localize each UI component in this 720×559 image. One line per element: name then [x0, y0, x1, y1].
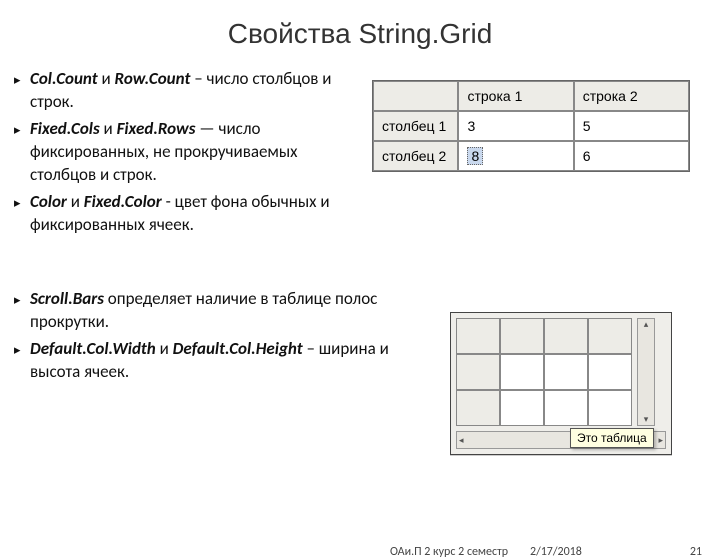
list-item: ▸ Col.Count и Row.Count – число столбцов…: [14, 68, 356, 114]
header-cell: [373, 81, 458, 111]
bullet-marker: ▸: [14, 68, 30, 114]
list-item: ▸ Color и Fixed.Color - цвет фона обычны…: [14, 191, 356, 237]
mini-table: [456, 318, 632, 426]
scroll-down-icon[interactable]: ▾: [644, 414, 649, 425]
term: Row.Count: [115, 68, 191, 89]
term: Fixed.Color: [84, 191, 162, 212]
header-cell: строка 2: [574, 81, 689, 111]
mini-cell[interactable]: [588, 354, 632, 390]
data-cell-selected[interactable]: 8: [458, 141, 573, 171]
header-cell: строка 1: [458, 81, 573, 111]
term: Col.Count: [30, 68, 98, 89]
term: Fixed.Rows: [117, 118, 196, 139]
mini-fixed-cell: [456, 354, 500, 390]
table-row: строка 1 строка 2: [373, 81, 689, 111]
term: Fixed.Cols: [30, 118, 100, 139]
joiner: и: [160, 338, 169, 359]
list-item: ▸ Scroll.Bars определяет наличие в табли…: [14, 288, 434, 334]
footer-date: 2/17/2018: [530, 545, 582, 559]
data-cell[interactable]: 3: [458, 111, 573, 141]
term: Color: [30, 191, 67, 212]
row-header-cell: столбец 2: [373, 141, 458, 171]
mini-cell[interactable]: [544, 354, 588, 390]
mini-fixed-cell: [456, 390, 500, 426]
bullet-list-bottom: ▸ Scroll.Bars определяет наличие в табли…: [14, 288, 434, 388]
term: Scroll.Bars: [30, 288, 104, 309]
joiner: и: [71, 191, 80, 212]
scroll-up-icon[interactable]: ▴: [644, 319, 649, 330]
slide-title: Свойства String.Grid: [0, 18, 720, 50]
mini-fixed-cell: [544, 318, 588, 354]
bullet-marker: ▸: [14, 118, 30, 187]
list-item: ▸ Default.Col.Width и Default.Col.Height…: [14, 338, 434, 384]
joiner: и: [104, 118, 113, 139]
footer-page: 21: [690, 545, 702, 559]
bullet-marker: ▸: [14, 338, 30, 384]
list-item: ▸ Fixed.Cols и Fixed.Rows — число фиксир…: [14, 118, 356, 187]
term: Default.Col.Height: [173, 338, 303, 359]
bullet-marker: ▸: [14, 288, 30, 334]
mini-fixed-cell: [500, 318, 544, 354]
mini-cell[interactable]: [544, 390, 588, 426]
term: Default.Col.Width: [30, 338, 156, 359]
footer-course: ОАи.П 2 курс 2 семестр: [390, 545, 508, 559]
table-row: столбец 2 8 6: [373, 141, 689, 171]
scroll-left-icon[interactable]: ◂: [459, 435, 464, 446]
data-cell[interactable]: 6: [574, 141, 689, 171]
selected-value: 8: [467, 147, 483, 165]
table-row: столбец 1 3 5: [373, 111, 689, 141]
stringgrid-demo: строка 1 строка 2 столбец 1 3 5 столбец …: [372, 80, 690, 172]
scroll-right-icon[interactable]: ▸: [658, 435, 663, 446]
mini-cell[interactable]: [500, 354, 544, 390]
data-cell[interactable]: 5: [574, 111, 689, 141]
mini-cell[interactable]: [588, 390, 632, 426]
bullet-marker: ▸: [14, 191, 30, 237]
row-header-cell: столбец 1: [373, 111, 458, 141]
tooltip: Это таблица: [570, 428, 654, 448]
joiner: и: [102, 68, 111, 89]
mini-fixed-cell: [588, 318, 632, 354]
mini-fixed-cell: [456, 318, 500, 354]
mini-cell[interactable]: [500, 390, 544, 426]
vertical-scrollbar[interactable]: ▴ ▾: [637, 318, 655, 426]
bullet-list-top: ▸ Col.Count и Row.Count – число столбцов…: [14, 68, 356, 241]
